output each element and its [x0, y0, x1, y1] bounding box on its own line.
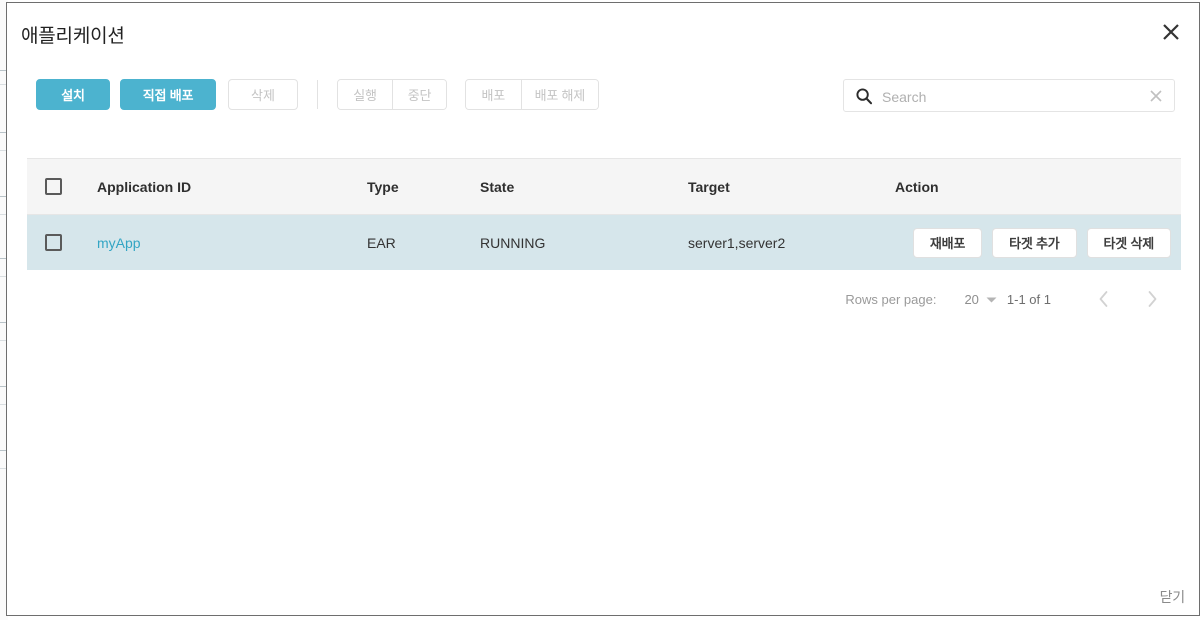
toolbar-divider — [317, 80, 318, 109]
applications-table: Application ID Type State Target Action … — [27, 158, 1181, 270]
row-select-cell — [45, 215, 62, 270]
cell-target: server1,server2 — [688, 234, 786, 251]
row-action-buttons: 재배포 타겟 추가 타겟 삭제 — [912, 215, 1171, 270]
search-box — [843, 79, 1175, 113]
undeploy-button[interactable]: 배포 해제 — [520, 80, 598, 109]
install-button[interactable]: 설치 — [36, 79, 110, 110]
lifecycle-button-group: 실행 중단 — [337, 79, 447, 110]
application-link[interactable]: myApp — [97, 235, 141, 251]
column-header-state: State — [480, 178, 515, 195]
search-input[interactable] — [880, 80, 1149, 113]
start-button[interactable]: 실행 — [338, 80, 392, 109]
deploy-button[interactable]: 배포 — [466, 80, 521, 109]
rows-per-page-label: Rows per page: — [845, 291, 937, 307]
application-dialog: 애플리케이션 설치 직접 배포 삭제 실행 중단 배포 배포 해제 Search… — [6, 2, 1200, 616]
redeploy-button[interactable]: 재배포 — [912, 227, 983, 258]
remove-target-button[interactable]: 타겟 삭제 — [1086, 227, 1171, 258]
select-all-cell — [45, 159, 62, 214]
table-header-row: Application ID Type State Target Action — [27, 158, 1181, 215]
screen: 애플리케이션 설치 직접 배포 삭제 실행 중단 배포 배포 해제 Search… — [0, 0, 1204, 620]
chevron-down-icon[interactable] — [986, 292, 997, 307]
column-header-application-id: Application ID — [97, 178, 192, 195]
dialog-header: 애플리케이션 — [7, 3, 1199, 63]
close-icon[interactable] — [1156, 17, 1186, 47]
pagination: Rows per page: 20 1-1 of 1 — [845, 283, 1167, 315]
select-all-checkbox[interactable] — [45, 178, 62, 195]
clear-search-icon[interactable] — [1147, 87, 1165, 105]
deploy-direct-button[interactable]: 직접 배포 — [120, 79, 216, 110]
add-target-button[interactable]: 타겟 추가 — [992, 227, 1077, 258]
cell-application-id: myApp — [97, 215, 141, 270]
table-row[interactable]: myApp EAR RUNNING server1,server2 재배포 타겟… — [27, 215, 1181, 270]
deploy-button-group: 배포 배포 해제 — [465, 79, 599, 110]
column-header-action: Action — [895, 178, 939, 195]
column-header-target: Target — [688, 178, 730, 195]
chevron-left-icon[interactable] — [1089, 284, 1119, 314]
column-header-type: Type — [367, 178, 399, 195]
stop-button[interactable]: 중단 — [391, 80, 446, 109]
cell-state: RUNNING — [480, 234, 546, 251]
search-icon — [855, 87, 873, 105]
cell-type: EAR — [367, 234, 396, 251]
pagination-range: 1-1 of 1 — [1006, 291, 1051, 307]
rows-per-page-value[interactable]: 20 — [964, 292, 978, 307]
chevron-right-icon[interactable] — [1137, 284, 1167, 314]
row-checkbox[interactable] — [45, 234, 62, 251]
page-title: 애플리케이션 — [21, 26, 125, 47]
footer-close-button[interactable]: 닫기 — [1160, 587, 1186, 607]
delete-button[interactable]: 삭제 — [228, 79, 298, 110]
